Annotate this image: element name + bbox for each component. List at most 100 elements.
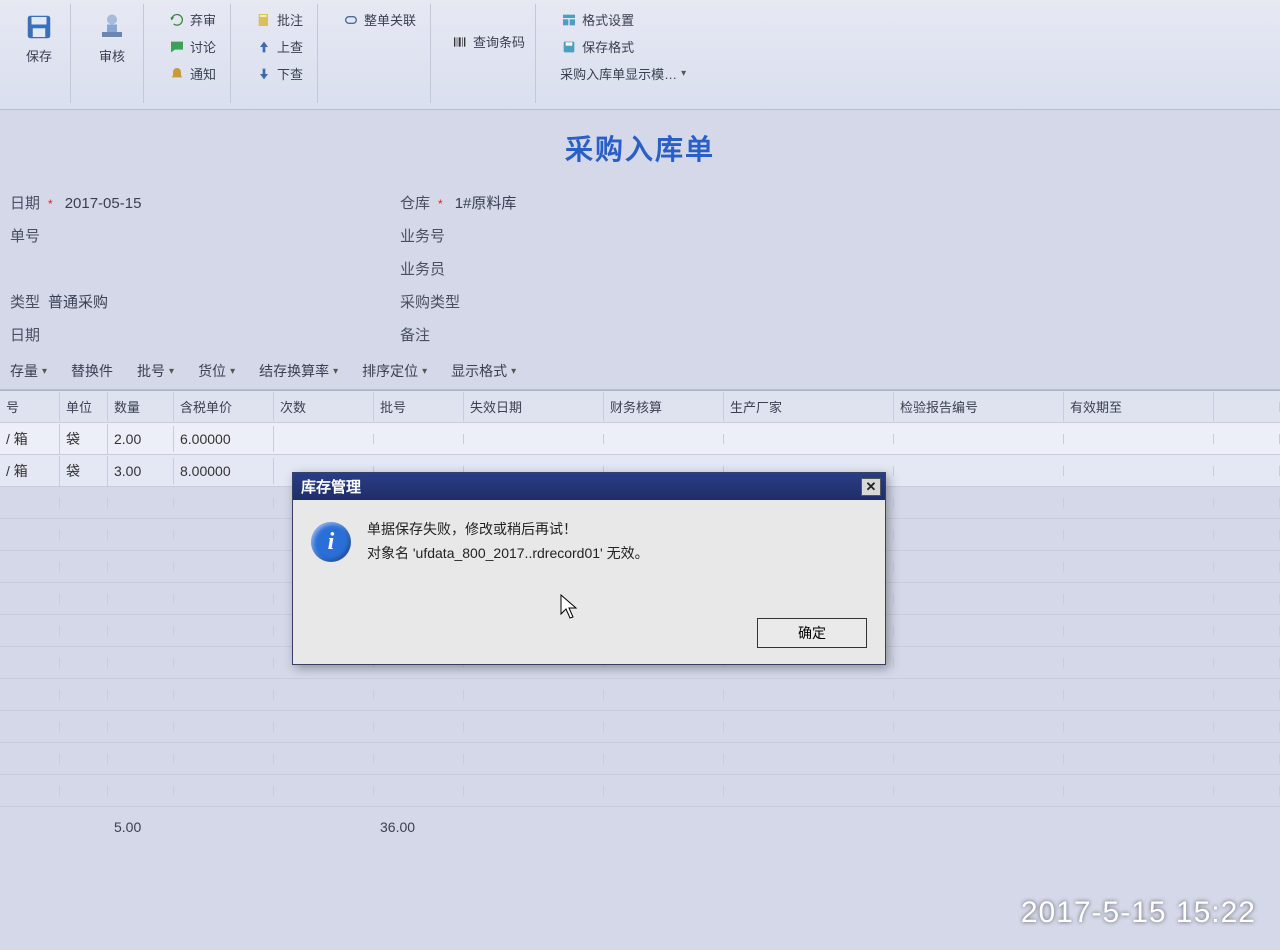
disk-icon [560,38,578,56]
unreview-button[interactable]: 弃审 [164,8,220,31]
field-docno: 单号 [10,225,400,246]
filter-location[interactable]: 货位▾ [198,361,235,381]
required-marker: * [48,197,53,211]
ribbon-group-review: 审核 [81,4,144,103]
table-cell[interactable]: 2.00 [108,426,174,452]
table-cell[interactable] [894,434,1064,444]
table-cell[interactable]: 3.00 [108,458,174,484]
ribbon-group-barcode: 查询条码 [441,4,536,103]
table-row[interactable] [0,711,1280,743]
value-warehouse[interactable]: 1#原料库 [455,192,517,213]
col-taxprice[interactable]: 含税单价 [174,392,274,421]
camera-timestamp: 2017-5-15 15:22 [1021,896,1256,930]
value-date[interactable]: 2017-05-15 [65,195,142,212]
filter-stock[interactable]: 存量▾ [10,361,47,381]
col-unit[interactable]: 单位 [60,392,108,421]
save-icon [22,10,56,44]
filter-bar: 存量▾ 替换件 批号▾ 货位▾ 结存换算率▾ 排序定位▾ 显示格式▾ [0,355,1280,390]
col-aux[interactable]: 次数 [274,392,374,421]
table-cell[interactable] [1214,434,1280,444]
label-bizperson: 业务员 [400,258,445,279]
table-cell[interactable]: 袋 [60,456,108,486]
table-cell[interactable] [604,434,724,444]
review-button[interactable]: 审核 [87,6,137,69]
label-remark: 备注 [400,324,430,345]
save-button[interactable]: 保存 [14,6,64,69]
close-button[interactable]: ✕ [861,478,881,496]
close-icon: ✕ [866,479,877,495]
undo-icon [168,11,186,29]
table-cell[interactable] [1064,434,1214,444]
review-label: 审核 [99,46,125,65]
chevron-down-icon: ▾ [169,366,174,377]
fulllink-label: 整单关联 [364,10,416,29]
downcheck-label: 下查 [277,64,303,83]
unreview-label: 弃审 [190,10,216,29]
fulllink-button[interactable]: 整单关联 [338,8,420,31]
chevron-down-icon: ▾ [681,68,686,79]
ribbon-group-format: 格式设置 保存格式 采购入库单显示模… ▾ [546,4,700,103]
barcode-label: 查询条码 [473,32,525,51]
col-finance[interactable]: 财务核算 [604,392,724,421]
col-validto[interactable]: 有效期至 [1064,392,1214,421]
col-inspection[interactable]: 检验报告编号 [894,392,1064,421]
col-vendor[interactable]: 生产厂家 [724,392,894,421]
layout-icon [560,11,578,29]
table-cell[interactable] [1064,466,1214,476]
chevron-down-icon: ▾ [333,366,338,377]
required-marker: * [438,197,443,211]
discuss-button[interactable]: 讨论 [164,35,220,58]
filter-replace[interactable]: 替换件 [71,361,113,381]
field-warehouse: 仓库 * 1#原料库 [400,192,890,213]
filter-batch[interactable]: 批号▾ [137,361,174,381]
table-cell[interactable] [374,434,464,444]
notify-button[interactable]: 通知 [164,62,220,85]
ok-button[interactable]: 确定 [757,618,867,648]
display-template-button[interactable]: 采购入库单显示模… ▾ [556,62,690,85]
downcheck-button[interactable]: 下查 [251,62,307,85]
table-cell[interactable] [894,466,1064,476]
table-cell[interactable]: 6.00000 [174,426,274,452]
display-template-label: 采购入库单显示模… [560,64,677,83]
table-cell[interactable] [464,434,604,444]
field-purchase-type: 采购类型 [400,291,890,312]
table-cell[interactable]: / 箱 [0,424,60,454]
value-type[interactable]: 普通采购 [48,291,108,312]
format-set-button[interactable]: 格式设置 [556,8,690,31]
table-cell[interactable] [724,434,894,444]
note-icon [255,11,273,29]
barcode-button[interactable]: 查询条码 [447,6,529,53]
col-qty[interactable]: 数量 [108,392,174,421]
field-bizno: 业务号 [400,225,890,246]
table-cell[interactable]: / 箱 [0,456,60,486]
label-bizno: 业务号 [400,225,445,246]
dialog-line2: 对象名 'ufdata_800_2017..rdrecord01' 无效。 [367,542,649,566]
chevron-down-icon: ▾ [422,366,427,377]
dialog-message: 单据保存失败，修改或稍后再试！ 对象名 'ufdata_800_2017..rd… [367,518,649,602]
filter-display[interactable]: 显示格式▾ [451,361,516,381]
field-type: 类型 普通采购 [10,291,400,312]
chat-icon [168,38,186,56]
col-expire[interactable]: 失效日期 [464,392,604,421]
table-cell[interactable]: 袋 [60,424,108,454]
save-format-button[interactable]: 保存格式 [556,35,690,58]
table-row[interactable] [0,679,1280,711]
table-cell[interactable] [1214,466,1280,476]
col-batch[interactable]: 批号 [374,392,464,421]
table-row[interactable] [0,775,1280,807]
chevron-down-icon: ▾ [42,366,47,377]
label-purchase-type: 采购类型 [400,291,460,312]
table-cell[interactable] [274,434,374,444]
upcheck-button[interactable]: 上查 [251,35,307,58]
table-row[interactable] [0,743,1280,775]
table-cell[interactable]: 8.00000 [174,458,274,484]
col-seq[interactable]: 号 [0,392,60,421]
table-row[interactable]: / 箱袋2.006.00000 [0,423,1280,455]
annotate-button[interactable]: 批注 [251,8,307,31]
save-format-label: 保存格式 [582,37,634,56]
dialog-titlebar[interactable]: 库存管理 ✕ [293,473,885,500]
label-date: 日期 [10,192,40,213]
filter-settle[interactable]: 结存换算率▾ [259,361,338,381]
ribbon-group-link: 整单关联 [328,4,431,103]
filter-sort[interactable]: 排序定位▾ [362,361,427,381]
